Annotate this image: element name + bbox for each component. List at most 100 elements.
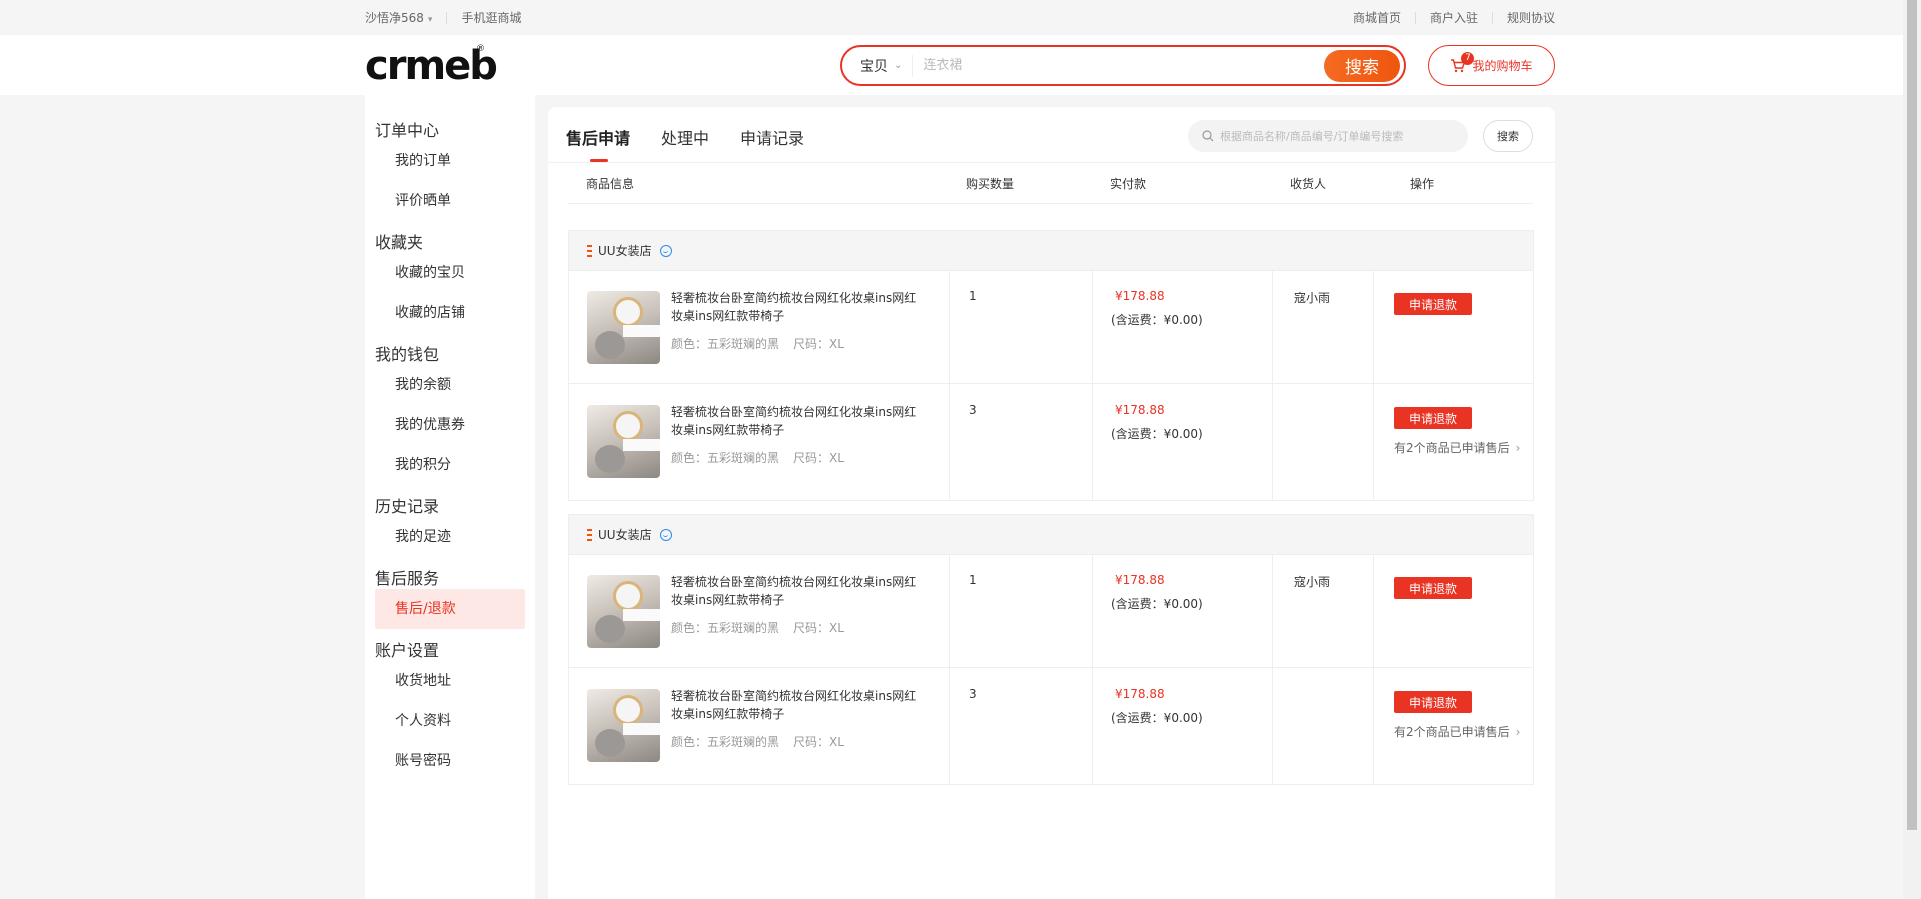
site-header: crmeb ® 宝贝⌄ 搜索 7 我的购物车: [0, 35, 1903, 95]
chat-icon[interactable]: [659, 244, 672, 257]
after-sales-note-link[interactable]: 有2个商品已申请售后 ›: [1394, 723, 1520, 740]
divider: [1414, 11, 1416, 24]
sidebar-item-footprints[interactable]: 我的足迹: [375, 517, 525, 557]
sidebar-group-account: 账户设置: [375, 641, 440, 660]
apply-refund-button[interactable]: 申请退款: [1394, 691, 1472, 713]
product-image[interactable]: [587, 291, 660, 364]
search-icon: [1202, 130, 1214, 142]
column-receiver: 收货人: [1290, 177, 1327, 191]
price: ¥178.88: [1115, 403, 1165, 417]
order-card: UU女装店 寇小雨 轻奢梳妆台卧室简约梳妆台网红化妆桌ins网红妆桌ins网红款…: [568, 230, 1534, 501]
sidebar-item-balance[interactable]: 我的余额: [375, 365, 525, 405]
product-image[interactable]: [587, 575, 660, 648]
sidebar-group-wallet: 我的钱包: [375, 345, 440, 364]
table-row: 轻奢梳妆台卧室简约梳妆台网红化妆桌ins网红妆桌ins网红款带椅子 颜色：五彩斑…: [569, 385, 1533, 498]
merchant-join-link[interactable]: 商户入驻: [1430, 9, 1478, 26]
chat-icon[interactable]: [659, 528, 672, 541]
divider: [1491, 11, 1493, 24]
product-name[interactable]: 轻奢梳妆台卧室简约梳妆台网红化妆桌ins网红妆桌ins网红款带椅子: [671, 403, 921, 439]
cart-count-badge: 7: [1461, 51, 1475, 65]
sidebar-item-my-orders[interactable]: 我的订单: [375, 141, 525, 181]
column-actions: 操作: [1410, 177, 1435, 191]
divider: [446, 11, 448, 24]
cart-button[interactable]: 7 我的购物车: [1428, 45, 1555, 86]
top-bar: 沙悟净568 ▾ 手机逛商城 商城首页 商户入驻 规则协议: [0, 0, 1903, 35]
tab-after-sales-apply[interactable]: 售后申请: [566, 125, 630, 162]
column-paid: 实付款: [1110, 177, 1147, 191]
tabs: 售后申请 处理中 申请记录: [566, 125, 835, 162]
product-spec: 颜色：五彩斑斓的黑 尺码：XL: [671, 621, 844, 635]
quantity: 1: [969, 289, 977, 303]
store-icon: [587, 528, 592, 541]
search-input[interactable]: [913, 58, 1324, 73]
product-image[interactable]: [587, 405, 660, 478]
search-category-select[interactable]: 宝贝 ⌄: [860, 54, 914, 77]
order-search-input[interactable]: [1220, 129, 1460, 143]
chevron-right-icon: ›: [1515, 725, 1521, 739]
tab-processing[interactable]: 处理中: [661, 125, 709, 151]
table-row: 轻奢梳妆台卧室简约梳妆台网红化妆桌ins网红妆桌ins网红款带椅子 颜色：五彩斑…: [569, 669, 1533, 782]
sidebar-group-order-center: 订单中心: [375, 121, 440, 140]
table-row: 轻奢梳妆台卧室简约梳妆台网红化妆桌ins网红妆桌ins网红款带椅子 颜色：五彩斑…: [569, 271, 1533, 384]
order-store-header: UU女装店: [569, 515, 1533, 555]
shipping-fee: (含运费：¥0.00): [1111, 597, 1203, 611]
product-name[interactable]: 轻奢梳妆台卧室简约梳妆台网红化妆桌ins网红妆桌ins网红款带椅子: [671, 687, 921, 723]
product-spec: 颜色：五彩斑斓的黑 尺码：XL: [671, 337, 844, 351]
sidebar-item-refund[interactable]: 售后/退款: [375, 589, 525, 629]
sidebar-item-fav-stores[interactable]: 收藏的店铺: [375, 293, 525, 333]
store-icon: [587, 244, 592, 257]
after-sales-note-link[interactable]: 有2个商品已申请售后 ›: [1394, 439, 1520, 456]
page-scrollbar[interactable]: [1903, 0, 1921, 899]
product-image[interactable]: [587, 689, 660, 762]
sidebar-item-coupons[interactable]: 我的优惠券: [375, 405, 525, 445]
apply-refund-button[interactable]: 申请退款: [1394, 407, 1472, 429]
chevron-down-icon: ▾: [427, 15, 433, 25]
product-spec: 颜色：五彩斑斓的黑 尺码：XL: [671, 735, 844, 749]
order-body: 寇小雨 轻奢梳妆台卧室简约梳妆台网红化妆桌ins网红妆桌ins网红款带椅子 颜色…: [569, 555, 1533, 784]
order-store-header: UU女装店: [569, 231, 1533, 271]
quantity: 3: [969, 687, 977, 701]
search-button[interactable]: 搜索: [1324, 49, 1400, 82]
price: ¥178.88: [1115, 289, 1165, 303]
product-name[interactable]: 轻奢梳妆台卧室简约梳妆台网红化妆桌ins网红妆桌ins网红款带椅子: [671, 289, 921, 325]
quantity: 1: [969, 573, 977, 587]
sidebar-item-fav-products[interactable]: 收藏的宝贝: [375, 253, 525, 293]
mall-home-link[interactable]: 商城首页: [1353, 9, 1401, 26]
sidebar-group-history: 历史记录: [375, 497, 440, 516]
cart-label: 我的购物车: [1472, 59, 1533, 73]
shipping-fee: (含运费：¥0.00): [1111, 427, 1203, 441]
order-search-box: [1188, 120, 1468, 152]
shipping-fee: (含运费：¥0.00): [1111, 711, 1203, 725]
apply-refund-button[interactable]: 申请退款: [1394, 577, 1472, 599]
table-row: 轻奢梳妆台卧室简约梳妆台网红化妆桌ins网红妆桌ins网红款带椅子 颜色：五彩斑…: [569, 555, 1533, 668]
order-search-button[interactable]: 搜索: [1483, 120, 1533, 152]
store-name[interactable]: UU女装店: [598, 242, 652, 259]
sidebar-group-favorites: 收藏夹: [375, 233, 424, 252]
registered-icon: ®: [476, 44, 485, 54]
price: ¥178.88: [1115, 573, 1165, 587]
divider: [548, 162, 1555, 163]
user-menu[interactable]: 沙悟净568 ▾: [365, 9, 432, 26]
mobile-mall-link[interactable]: 手机逛商城: [461, 9, 521, 26]
quantity: 3: [969, 403, 977, 417]
product-name[interactable]: 轻奢梳妆台卧室简约梳妆台网红化妆桌ins网红妆桌ins网红款带椅子: [671, 573, 921, 609]
sidebar-item-profile[interactable]: 个人资料: [375, 701, 525, 741]
sidebar: 订单中心 我的订单 评价晒单 收藏夹 收藏的宝贝 收藏的店铺 我的钱包 我的余额…: [365, 95, 535, 899]
sidebar-item-password[interactable]: 账号密码: [375, 741, 525, 781]
store-name[interactable]: UU女装店: [598, 526, 652, 543]
sidebar-item-reviews[interactable]: 评价晒单: [375, 181, 525, 221]
shipping-fee: (含运费：¥0.00): [1111, 313, 1203, 327]
sidebar-item-points[interactable]: 我的积分: [375, 445, 525, 485]
column-product-info: 商品信息: [586, 177, 635, 191]
username: 沙悟净568: [365, 11, 424, 25]
product-spec: 颜色：五彩斑斓的黑 尺码：XL: [671, 451, 844, 465]
tab-apply-records[interactable]: 申请记录: [740, 125, 804, 151]
apply-refund-button[interactable]: 申请退款: [1394, 293, 1472, 315]
logo[interactable]: crmeb ®: [365, 44, 498, 88]
sidebar-item-address[interactable]: 收货地址: [375, 661, 525, 701]
order-card: UU女装店 寇小雨 轻奢梳妆台卧室简约梳妆台网红化妆桌ins网红妆桌ins网红款…: [568, 514, 1534, 785]
cart-icon: 7: [1450, 51, 1475, 73]
table-header: 商品信息 购买数量 实付款 收货人 操作: [568, 175, 1533, 204]
rules-link[interactable]: 规则协议: [1507, 9, 1555, 26]
scrollbar-thumb[interactable]: [1907, 0, 1917, 830]
